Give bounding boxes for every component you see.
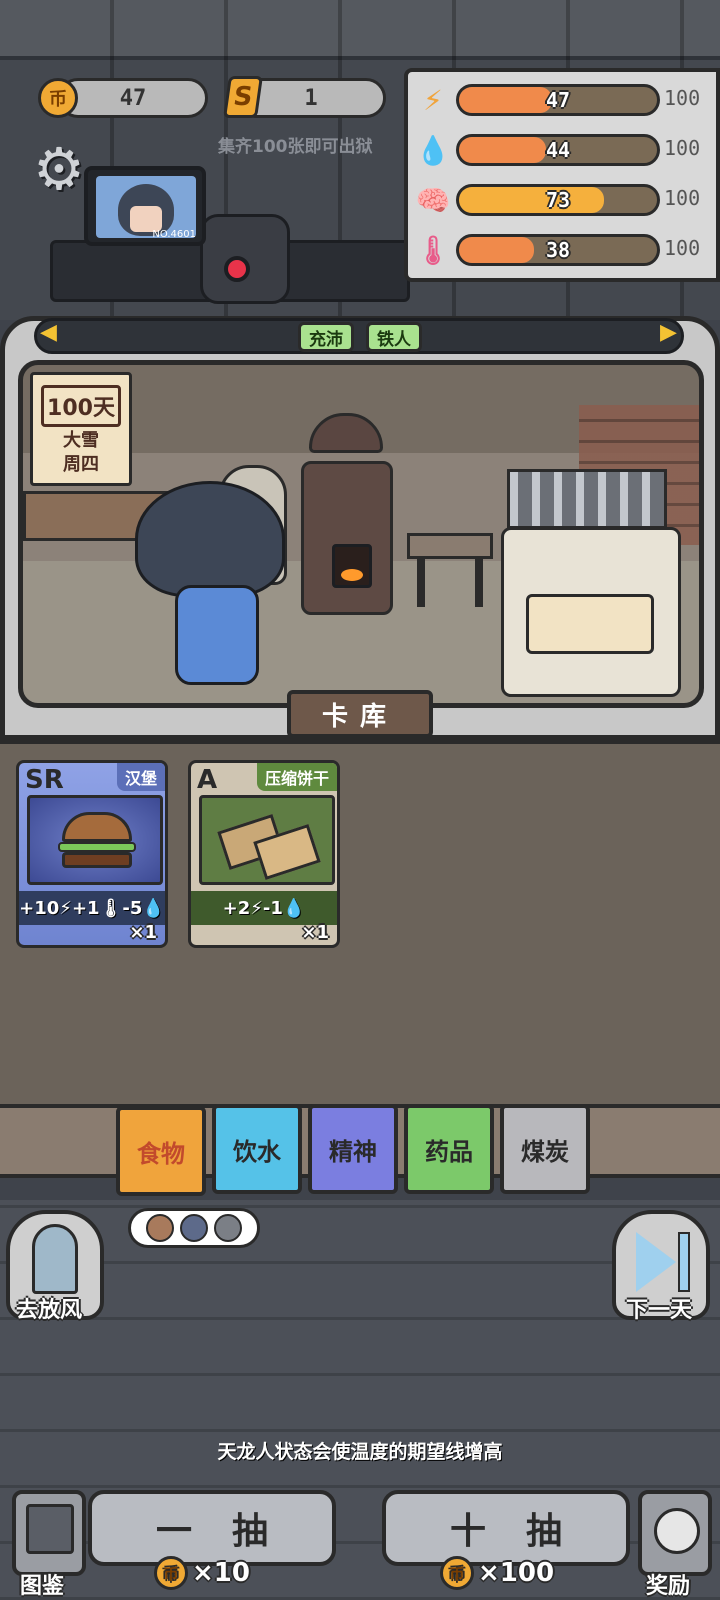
coin-icon: 币 [38,78,78,118]
card-effect: +2⚡-1💧 [191,891,337,925]
food-card-compressed-biscuit[interactable]: A 压缩饼干 +2⚡-1💧 ×1 [188,760,340,948]
draw-one-cost: 币 ×10 [154,1556,250,1590]
draw-one-button[interactable]: 一抽 [88,1490,336,1566]
card-art [27,795,163,885]
next-day-label: 下一天 [626,1298,693,1323]
mind-stat: 🧠 73 100 [416,178,716,222]
stool [407,533,493,559]
brain-icon: 🧠 [415,183,451,217]
draw-ten-cost: 币 ×100 [440,1556,554,1590]
arrow-left-icon[interactable]: ◀ [40,320,57,345]
temperature-value: 38 [545,238,571,262]
water-max: 100 [664,136,701,160]
gameplay-hint: 天龙人状态会使温度的期望线增高 [217,1441,503,1463]
skip-icon [636,1232,676,1292]
weather: 大雪 [63,430,99,451]
tab-water[interactable]: 饮水 [212,1104,302,1194]
temperature-stat: 🌡 38 100 [415,228,716,272]
food-card-hamburger[interactable]: SR 汉堡 +10⚡+1🌡-5💧 ×1 [16,760,168,948]
yard-label: 去放风 [16,1298,83,1323]
draw-ten-cost-value: ×100 [478,1558,555,1588]
water-value: 44 [545,138,571,162]
reward-button[interactable] [638,1490,712,1576]
tab-food[interactable]: 食物 [116,1106,206,1196]
mouse-icon [654,1508,700,1554]
reward-label: 奖励 [646,1574,691,1599]
energy-max: 100 [664,86,701,110]
tab-medicine[interactable]: 药品 [404,1104,494,1194]
draw-one-cost-value: ×10 [192,1558,250,1588]
lightning-icon: ⚡ [423,83,443,117]
card-count: ×1 [301,922,329,943]
prisoner-monitor: NO.4601 [84,166,206,246]
water-drop-icon: 💧 [415,133,451,167]
temperature-max: 100 [664,236,701,260]
codex-button[interactable] [12,1490,86,1576]
card-name: 汉堡 [116,763,165,791]
energy-bar: 47 [456,84,660,116]
stove [301,461,393,615]
guard-face-icon [180,1214,208,1242]
coin-icon: 币 [154,1556,188,1590]
door-icon [32,1224,78,1294]
stove-lid [309,413,383,453]
mind-value: 73 [545,188,571,212]
card-inventory: SR 汉堡 +10⚡+1🌡-5💧 ×1 A 压缩饼干 +2⚡-1💧 ×1 [0,738,720,1108]
energy-stat: ⚡ 47 100 [416,78,716,122]
status-tag-ironman: 铁人 [366,322,422,352]
red-camera-light-icon [224,256,250,282]
draw-ten-button[interactable]: 十抽 [382,1490,630,1566]
mind-max: 100 [664,186,701,210]
stats-panel: ⚡ 47 100 💧 44 100 🧠 73 100 🌡 38 100 [404,68,720,282]
card-count: ×1 [129,922,157,943]
mind-bar: 73 [456,184,660,216]
tab-spirit[interactable]: 精神 [308,1104,398,1194]
book-icon [26,1504,74,1554]
coin-icon: 币 [440,1556,474,1590]
card-rank: SR [25,765,64,795]
water-bar: 44 [456,134,660,166]
weekday: 周四 [63,454,99,475]
water-stat: 💧 44 100 [416,128,716,172]
inmate-face-icon [214,1214,242,1242]
coin-counter: 47 [58,78,208,118]
temperature-bar: 38 [456,234,660,266]
thermometer-icon: 🌡 [415,233,451,267]
calendar: 100天 大雪 周四 [30,372,132,486]
pillow [526,594,654,654]
escape-hint: 集齐100张即可出狱 [218,137,373,157]
coin-count: 47 [119,85,147,111]
settings-gear-icon[interactable]: ⚙ [28,135,90,203]
prisoner-number: NO.4601 [152,229,196,240]
s-card-count: 1 [304,85,318,111]
bed [501,527,681,697]
hamburger-icon [62,812,132,842]
s-card-icon: S [223,76,263,118]
energy-value: 47 [545,88,571,112]
thought-bubble [128,1208,260,1248]
prisoner-hair[interactable] [135,481,285,597]
bed-frame [507,469,667,529]
status-strip [34,318,684,354]
card-effect: +10⚡+1🌡-5💧 [19,891,165,925]
day-counter: 100天 [41,385,121,427]
prisoner-uniform[interactable] [175,585,259,685]
inmate-face-icon [146,1214,174,1242]
status-tag-energetic: 充沛 [298,322,354,352]
arrow-right-icon[interactable]: ▶ [660,320,677,345]
card-library-sign: 卡库 [287,690,433,738]
card-name: 压缩饼干 [256,763,337,791]
tab-coal[interactable]: 煤炭 [500,1104,590,1194]
codex-label: 图鉴 [20,1574,65,1599]
card-rank: A [197,765,218,795]
card-art [199,795,335,885]
